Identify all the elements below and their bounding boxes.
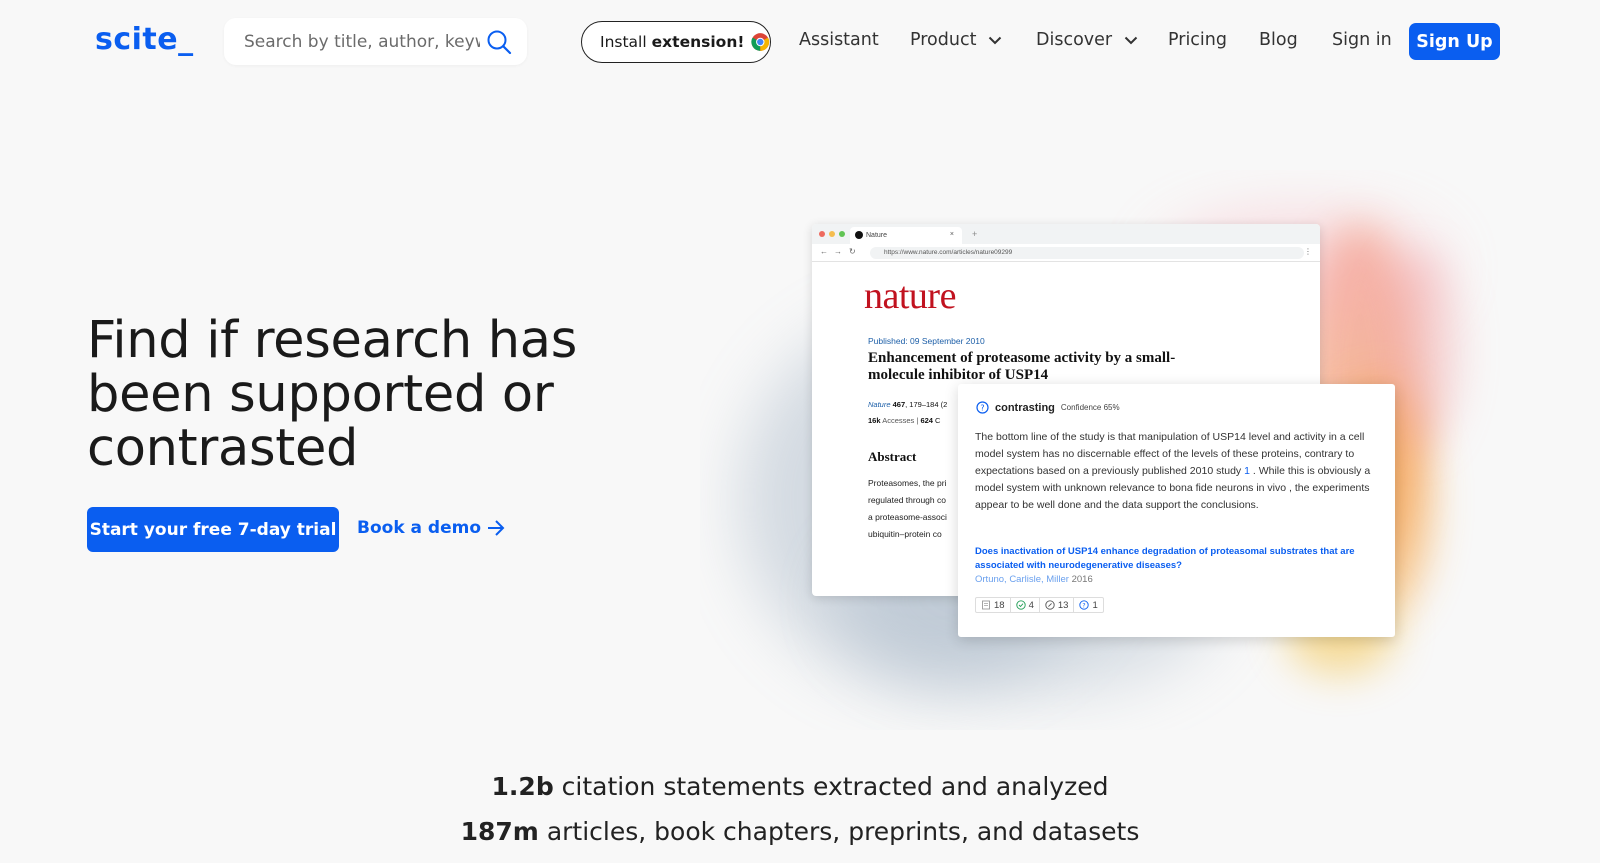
install-extension-button[interactable]: Install extension! — [581, 21, 771, 63]
tally-mentioning: 13 — [1040, 598, 1075, 612]
nav-assistant-link[interactable]: Assistant — [799, 30, 879, 50]
stat-citation-statements: 1.2b citation statements extracted and a… — [0, 772, 1600, 801]
search-icon[interactable] — [486, 29, 512, 55]
citation-statement-text: The bottom line of the study is that man… — [975, 429, 1375, 514]
nav-blog-label: Blog — [1259, 30, 1298, 50]
citations-value: 624 — [920, 416, 933, 425]
published-date: Published: 09 September 2010 — [868, 336, 985, 346]
tally-supporting-value: 4 — [1028, 599, 1034, 611]
abstract-line: a proteasome-associ — [868, 512, 947, 522]
book-demo-link[interactable]: Book a demo — [357, 518, 506, 538]
signup-button[interactable]: Sign Up — [1409, 23, 1500, 60]
author-names: Ortuno, Carlisle, Miller — [975, 574, 1069, 585]
svg-text:?: ? — [1083, 602, 1086, 609]
window-minimize-dot — [829, 231, 835, 237]
install-prefix: Install — [600, 33, 647, 51]
classification-label: contrasting — [995, 401, 1055, 414]
browser-tab-bar: Nature × + — [812, 224, 1320, 244]
book-demo-label: Book a demo — [357, 518, 482, 538]
svg-text:?: ? — [980, 403, 984, 412]
reload-icon: ↻ — [849, 247, 856, 256]
article-citation-meta: Nature 467, 179–184 (2 — [868, 400, 947, 409]
stat-citation-text: citation statements extracted and analyz… — [553, 772, 1109, 801]
journal-name: Nature — [868, 400, 891, 409]
abstract-line: Proteasomes, the pri — [868, 478, 947, 488]
metric-divider: | — [916, 416, 919, 425]
nature-logo: nature — [864, 275, 956, 317]
journal-pages: , 179–184 (2 — [905, 400, 948, 409]
confidence-score: Confidence 65% — [1060, 403, 1120, 412]
citation-classification: ? contrasting Confidence 65% — [976, 401, 1120, 414]
back-icon: ← — [820, 247, 828, 256]
citing-article-link: Does inactivation of USP14 enhance degra… — [975, 546, 1355, 571]
article-title: Enhancement of proteasome activity by a … — [868, 350, 1176, 383]
abstract-heading: Abstract — [868, 449, 917, 464]
nav-signin-link[interactable]: Sign in — [1332, 30, 1392, 50]
tally-total-value: 18 — [994, 599, 1005, 611]
browser-tab-title: Nature — [866, 232, 888, 239]
citing-article-authors: Ortuno, Carlisle, Miller 2016 — [975, 574, 1093, 585]
nav-pricing-label: Pricing — [1168, 30, 1227, 50]
article-metrics: 16k Accesses | 624 C — [868, 416, 940, 425]
kebab-menu-icon: ⋮ — [1304, 247, 1312, 256]
stat-articles-text: articles, book chapters, preprints, and … — [538, 817, 1140, 846]
hero-title: Find if research has been supported or c… — [87, 311, 578, 478]
citation-statement-card: ? contrasting Confidence 65% The bottom … — [958, 384, 1395, 637]
forward-icon: → — [834, 247, 842, 256]
nav-signin-label: Sign in — [1332, 30, 1392, 50]
tally-total: 18 — [976, 598, 1011, 612]
tally-contrasting-value: 1 — [1092, 599, 1098, 611]
chevron-down-icon — [1124, 36, 1138, 44]
abstract-line: regulated through co — [868, 495, 946, 505]
stat-citation-number: 1.2b — [491, 772, 554, 801]
accesses-label: Accesses — [882, 416, 915, 425]
question-circle-icon: ? — [1079, 600, 1090, 610]
search-input[interactable] — [244, 18, 480, 65]
document-icon — [982, 600, 990, 610]
arrow-right-icon — [488, 520, 505, 536]
plus-icon: + — [972, 229, 978, 239]
browser-url-bar: ← → ↻ https://www.nature.com/articles/na… — [812, 244, 1320, 262]
stat-articles-number: 187m — [460, 817, 539, 846]
stat-articles: 187m articles, book chapters, preprints,… — [0, 817, 1600, 846]
abstract-line: ubiquitin–protein co — [868, 529, 942, 539]
accesses-value: 16k — [868, 416, 881, 425]
install-bold: extension! — [651, 33, 745, 51]
chevron-down-icon — [989, 36, 1002, 44]
citations-label: C — [935, 416, 941, 425]
search-box[interactable] — [224, 18, 527, 65]
tally-mentioning-value: 13 — [1057, 599, 1069, 611]
nav-product-label: Product — [910, 30, 977, 50]
browser-url: https://www.nature.com/articles/nature09… — [870, 247, 1304, 259]
slash-circle-icon — [1045, 600, 1055, 610]
chrome-icon — [751, 33, 770, 51]
favicon-icon — [855, 231, 863, 239]
nav-discover-menu[interactable]: Discover — [1036, 30, 1138, 50]
nav-blog-link[interactable]: Blog — [1259, 30, 1298, 50]
scite-logo[interactable]: scite_ — [95, 22, 194, 57]
nav-pricing-link[interactable]: Pricing — [1168, 30, 1227, 50]
journal-volume: 467 — [892, 400, 906, 409]
citation-tally: 18 4 13 ? 1 — [975, 597, 1104, 613]
tally-supporting: 4 — [1011, 598, 1040, 612]
free-trial-button[interactable]: Start your free 7-day trial — [87, 507, 339, 552]
nav-product-menu[interactable]: Product — [910, 30, 1002, 50]
browser-tab: Nature × — [850, 227, 962, 244]
nav-discover-label: Discover — [1036, 30, 1113, 50]
window-close-dot — [819, 231, 825, 237]
check-circle-icon — [1015, 600, 1026, 610]
window-maximize-dot — [839, 231, 845, 237]
nav-assistant-label: Assistant — [799, 30, 879, 50]
tally-contrasting: ? 1 — [1074, 598, 1102, 612]
question-circle-icon: ? — [976, 401, 989, 414]
close-icon: × — [949, 231, 954, 238]
publication-year: 2016 — [1071, 574, 1093, 585]
